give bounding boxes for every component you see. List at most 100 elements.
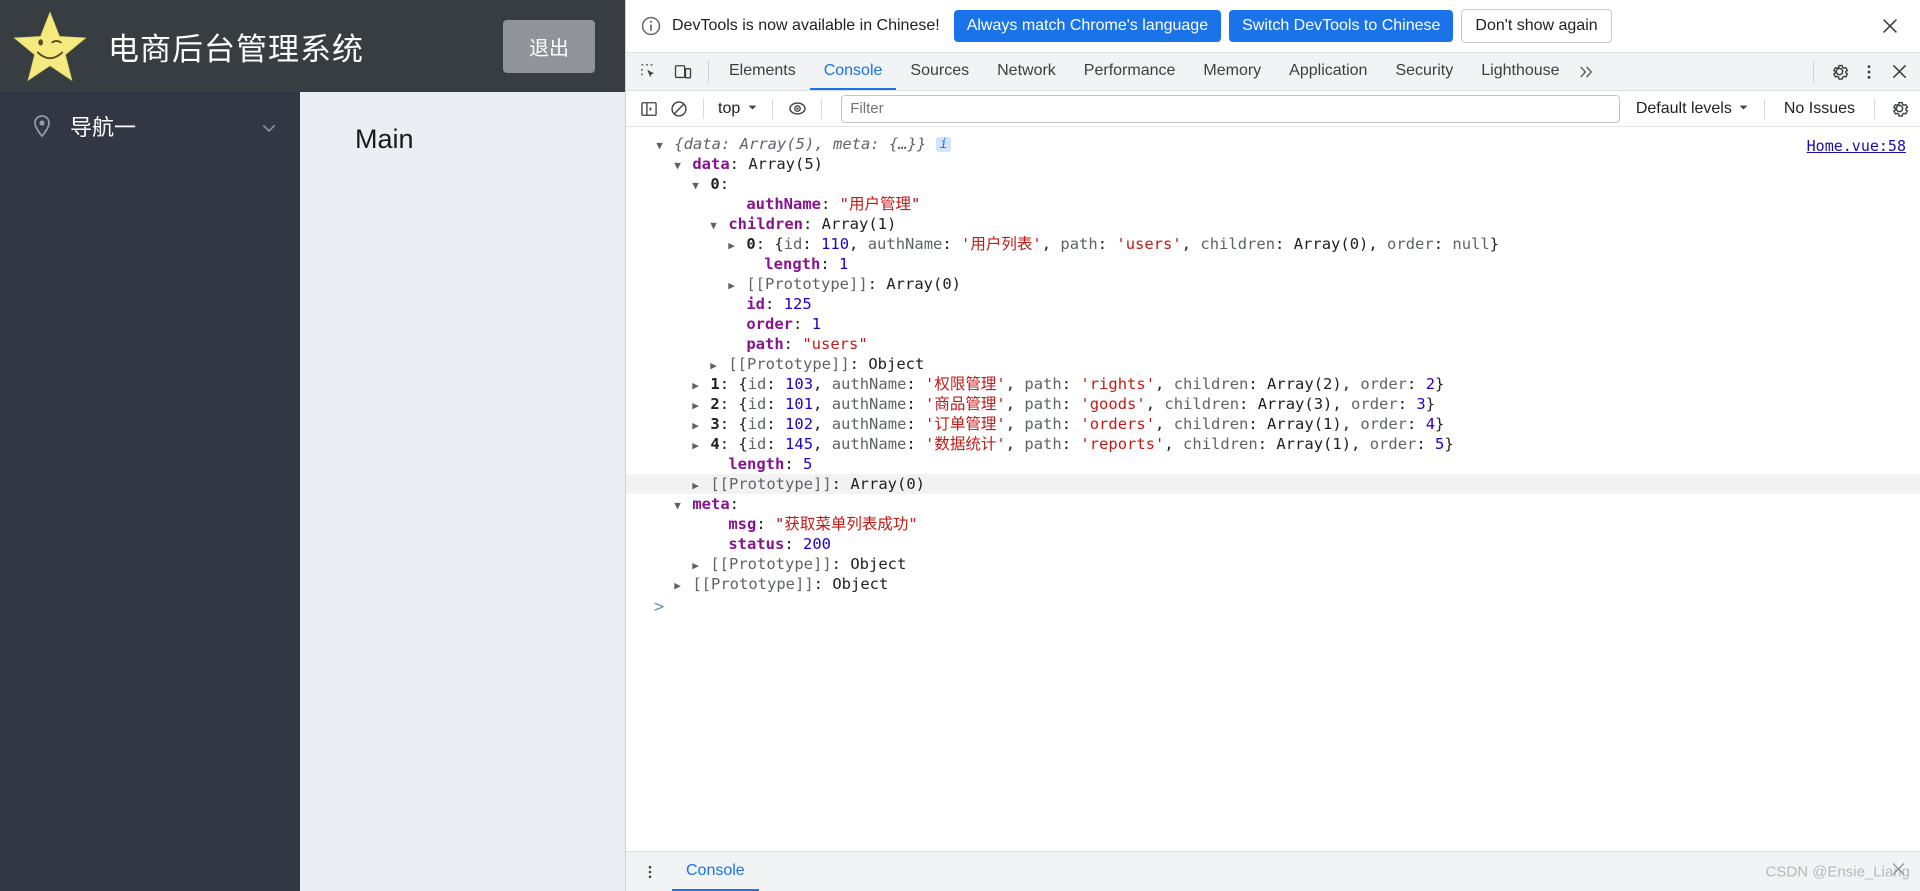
chevron-right-icon[interactable]: ▶ [690, 556, 701, 576]
chevron-right-icon[interactable]: ▶ [690, 476, 701, 496]
logout-button[interactable]: 退出 [503, 19, 595, 73]
console-token: : [765, 295, 784, 313]
console-token: path [746, 335, 784, 353]
dont-show-again-button[interactable]: Don't show again [1461, 9, 1612, 43]
console-line[interactable]: ▼ meta: [626, 494, 1920, 514]
source-location-link[interactable]: Home.vue:58 [1807, 136, 1906, 156]
console-token: null [1452, 235, 1490, 253]
tab-performance[interactable]: Performance [1070, 53, 1190, 90]
console-token: } [1444, 435, 1454, 453]
console-line[interactable]: ▶ [[Prototype]]: Object [626, 574, 1920, 594]
console-token: [[Prototype]] [746, 275, 868, 293]
console-token: "获取菜单列表成功" [775, 515, 918, 533]
log-levels-selector[interactable]: Default levels [1632, 100, 1753, 118]
sidebar-item-nav-one[interactable]: 导航一 [0, 92, 300, 160]
chevron-down-icon [1738, 100, 1749, 118]
more-vertical-icon[interactable] [636, 852, 664, 891]
chevron-down-icon[interactable] [260, 117, 278, 135]
gear-icon[interactable] [1886, 96, 1912, 122]
close-icon[interactable] [1876, 12, 1904, 40]
tab-sources[interactable]: Sources [896, 53, 983, 90]
console-line[interactable]: length: 5 [626, 454, 1920, 474]
tab-memory[interactable]: Memory [1189, 53, 1275, 90]
console-line[interactable]: ▼ data: Array(5) [626, 154, 1920, 174]
console-token: , [1351, 435, 1370, 453]
gear-icon[interactable] [1826, 59, 1852, 85]
console-token: Array(1) [1267, 415, 1342, 433]
tab-elements[interactable]: Elements [715, 53, 810, 90]
chevron-right-icon[interactable]: ▶ [690, 396, 701, 416]
console-line[interactable]: order: 1 [626, 314, 1920, 334]
close-icon[interactable] [1886, 59, 1912, 85]
console-prompt[interactable]: > [626, 594, 1920, 620]
filter-input[interactable] [841, 94, 1620, 123]
console-token: } [1435, 415, 1445, 433]
console-token: , [813, 415, 832, 433]
tab-lighthouse[interactable]: Lighthouse [1467, 53, 1573, 90]
chevron-right-icon[interactable]: ▶ [690, 376, 701, 396]
console-line[interactable]: ▼ {data: Array(5), meta: {…}} i [626, 134, 1920, 154]
tab-application[interactable]: Application [1275, 53, 1381, 90]
issues-counter[interactable]: No Issues [1776, 100, 1863, 118]
chevron-right-icon[interactable]: ▶ [690, 416, 701, 436]
console-token: "users" [802, 335, 868, 353]
console-line[interactable]: ▶ 4: {id: 145, authName: '数据统计', path: '… [626, 434, 1920, 454]
console-line[interactable]: id: 125 [626, 294, 1920, 314]
always-match-chrome-language-button[interactable]: Always match Chrome's language [953, 10, 1222, 42]
chevron-down-icon[interactable]: ▼ [672, 496, 683, 516]
console-line[interactable]: ▼ 0: [626, 174, 1920, 194]
console-token: : [802, 235, 822, 253]
tab-security[interactable]: Security [1381, 53, 1467, 90]
console-line[interactable]: authName: "用户管理" [626, 194, 1920, 214]
chevron-down-icon[interactable]: ▼ [654, 136, 665, 156]
console-token: 0 [746, 235, 756, 253]
console-line[interactable]: ▶ [[Prototype]]: Object [626, 554, 1920, 574]
clear-console-icon[interactable] [666, 96, 692, 122]
chevron-right-icon[interactable]: ▶ [672, 576, 683, 596]
live-expression-eye-icon[interactable] [784, 96, 810, 122]
toolbar-divider-4 [1763, 98, 1765, 119]
console-sidebar-icon[interactable] [636, 96, 662, 122]
console-token: : [1239, 395, 1258, 413]
console-line[interactable]: ▶ 2: {id: 101, authName: '商品管理', path: '… [626, 394, 1920, 414]
console-line[interactable]: ▼ children: Array(1) [626, 214, 1920, 234]
console-token: Array(3) [1257, 395, 1333, 413]
chevron-down-icon[interactable]: ▼ [690, 176, 701, 196]
console-line[interactable]: ▶ 1: {id: 103, authName: '权限管理', path: '… [626, 374, 1920, 394]
switch-devtools-to-chinese-button[interactable]: Switch DevTools to Chinese [1229, 10, 1454, 42]
console-line[interactable]: ▶ 3: {id: 102, authName: '订单管理', path: '… [626, 414, 1920, 434]
console-token: {data: Array(5), meta: {…}} [674, 135, 936, 153]
console-output[interactable]: Home.vue:58 ▼ {data: Array(5), meta: {…}… [626, 127, 1920, 851]
console-token: path [1024, 375, 1062, 393]
chevron-right-icon[interactable]: ▶ [690, 436, 701, 456]
console-token: : [942, 235, 962, 253]
chevron-right-icon[interactable]: ▶ [726, 276, 737, 296]
console-line[interactable]: ▶ [[Prototype]]: Array(0) [626, 274, 1920, 294]
device-toolbar-icon[interactable] [670, 59, 696, 85]
console-line[interactable]: status: 200 [626, 534, 1920, 554]
chevron-down-icon[interactable]: ▼ [672, 156, 683, 176]
tab-console[interactable]: Console [809, 53, 897, 90]
more-vertical-icon[interactable] [1856, 59, 1882, 85]
tab-network[interactable]: Network [983, 53, 1070, 90]
console-token: 110 [821, 235, 850, 253]
console-line[interactable]: ▶ [[Prototype]]: Array(0) [626, 474, 1920, 494]
prompt-caret-icon: > [654, 597, 665, 617]
console-line[interactable]: ▶ 0: {id: 110, authName: '用户列表', path: '… [626, 234, 1920, 254]
console-line[interactable]: path: "users" [626, 334, 1920, 354]
chevron-right-icon[interactable]: ▶ [708, 356, 719, 376]
execution-context-selector[interactable]: top [715, 100, 761, 118]
chevron-double-right-icon[interactable] [1574, 59, 1600, 85]
console-token: : [766, 375, 786, 393]
chevron-right-icon[interactable]: ▶ [726, 236, 737, 256]
console-token: 1 [811, 315, 822, 333]
chevron-down-icon[interactable]: ▼ [708, 216, 719, 236]
drawer-tab-console[interactable]: Console [672, 852, 759, 891]
inspect-element-icon[interactable] [636, 59, 662, 85]
console-line[interactable]: ▶ [[Prototype]]: Object [626, 354, 1920, 374]
console-line[interactable]: msg: "获取菜单列表成功" [626, 514, 1920, 534]
console-line[interactable]: length: 1 [626, 254, 1920, 274]
console-token: order [1360, 415, 1408, 433]
